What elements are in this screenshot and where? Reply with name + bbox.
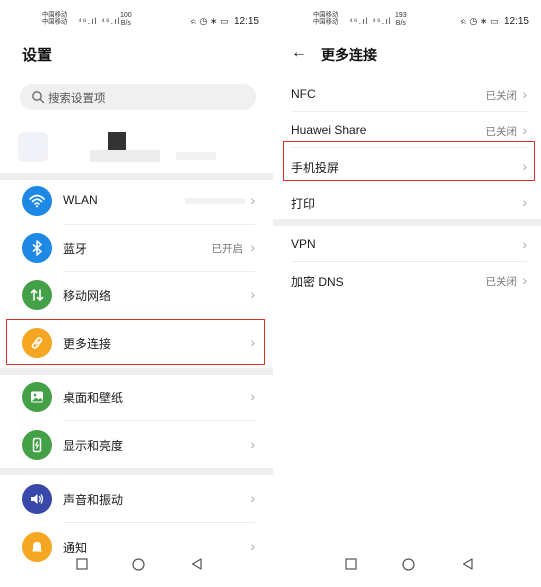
- chevron-right-icon: ›: [250, 538, 255, 554]
- settings-item-sound-vibration[interactable]: 声音和振动 ›: [0, 476, 273, 523]
- item-label: 显示和亮度: [63, 439, 124, 453]
- highlight-box-more-connections: [6, 319, 265, 365]
- settings-item-desktop-wallpaper[interactable]: 桌面和壁纸 ›: [0, 374, 273, 421]
- wallpaper-icon: [22, 382, 52, 412]
- item-status: 已关闭: [485, 90, 518, 102]
- page-title: 更多连接: [321, 47, 377, 63]
- speed-unit: B/s: [395, 20, 406, 27]
- recent-apps-button[interactable]: [74, 556, 90, 572]
- navigation-bar: [273, 556, 541, 580]
- speed-value: 193: [395, 12, 407, 19]
- chevron-right-icon: ›: [522, 86, 527, 102]
- back-button[interactable]: [188, 556, 204, 572]
- chevron-right-icon: ›: [250, 388, 255, 404]
- carrier-name-2: 中国移动: [313, 19, 339, 26]
- settings-item-encrypted-dns[interactable]: 加密 DNS 已关闭 ›: [273, 262, 541, 298]
- chevron-right-icon: ›: [522, 236, 527, 252]
- chevron-right-icon: ›: [250, 436, 255, 452]
- mobile-data-icon: [22, 280, 52, 310]
- highlight-box-screen-projection: [283, 141, 535, 181]
- carrier-info: 中国移动 中国移动: [313, 12, 338, 26]
- item-status: 已关闭: [485, 126, 518, 138]
- row-divider: [63, 420, 255, 421]
- system-icons: ᨑ ◷ ∗ ▭: [460, 16, 499, 26]
- chevron-right-icon: ›: [522, 122, 527, 138]
- section-divider: [273, 219, 541, 226]
- display-icon: [22, 430, 52, 460]
- wifi-name-redacted: [185, 198, 245, 204]
- speed-unit: B/s: [120, 20, 131, 27]
- item-label: WLAN: [63, 193, 98, 207]
- item-label: 打印: [291, 197, 316, 211]
- chevron-right-icon: ›: [250, 286, 255, 302]
- account-name-redacted: [90, 150, 160, 162]
- account-info-redacted: [176, 152, 216, 160]
- item-label: 加密 DNS: [291, 275, 344, 289]
- item-status: 已关闭: [485, 276, 518, 288]
- wifi-icon: [22, 186, 52, 216]
- carrier-name-2: 中国移动: [42, 19, 68, 26]
- chevron-right-icon: ›: [522, 194, 527, 210]
- network-speed: 100 B/s: [120, 12, 132, 28]
- signal-icon: ⁴⁶.ıl ⁴⁶.ıl: [78, 16, 121, 26]
- settings-item-mobile-network[interactable]: 移动网络 ›: [0, 272, 273, 319]
- item-label: 移动网络: [63, 289, 112, 303]
- account-image: [108, 132, 126, 150]
- row-divider: [63, 522, 255, 523]
- item-label: 蓝牙: [63, 242, 88, 256]
- section-divider: [0, 468, 273, 475]
- speaker-icon: [22, 484, 52, 514]
- network-speed: 193 B/s: [395, 12, 407, 28]
- carrier-name: 中国移动: [313, 12, 339, 19]
- clock: 12:15: [233, 16, 259, 27]
- chevron-right-icon: ›: [522, 272, 527, 288]
- settings-item-print[interactable]: 打印 ›: [273, 184, 541, 220]
- settings-item-notifications[interactable]: 通知 ›: [0, 524, 273, 562]
- chevron-right-icon: ›: [250, 192, 255, 208]
- clock: 12:15: [503, 16, 529, 27]
- item-label: VPN: [291, 237, 316, 251]
- settings-item-wlan[interactable]: WLAN ›: [0, 178, 273, 225]
- page-title: 设置: [22, 47, 53, 64]
- settings-item-bluetooth[interactable]: 蓝牙 已开启 ›: [0, 225, 273, 272]
- settings-panel: 中国移动 中国移动 ⁴⁶.ıl ⁴⁶.ıl 100 B/s ᨑ ◷ ∗ ▭ 12…: [0, 0, 273, 587]
- carrier-name: 中国移动: [42, 12, 68, 19]
- back-arrow-icon[interactable]: ←: [291, 44, 307, 62]
- search-bar[interactable]: 搜索设置项: [20, 84, 256, 110]
- avatar: [18, 132, 48, 162]
- chevron-right-icon: ›: [250, 490, 255, 506]
- speed-value: 100: [120, 12, 132, 19]
- item-status: 已开启: [211, 243, 244, 255]
- chevron-right-icon: ›: [250, 239, 255, 255]
- more-connections-panel: 中国移动 中国移动 ⁴⁶.ıl ⁴⁶.ıl 193 B/s ᨑ ◷ ∗ ▭ 12…: [273, 0, 541, 587]
- home-button[interactable]: [400, 556, 416, 572]
- status-bar: 中国移动 中国移动 ⁴⁶.ıl ⁴⁶.ıl 100 B/s ᨑ ◷ ∗ ▭ 12…: [0, 12, 273, 28]
- home-button[interactable]: [130, 556, 146, 572]
- system-icons: ᨑ ◷ ∗ ▭: [190, 16, 229, 26]
- back-button[interactable]: [459, 556, 475, 572]
- item-label: Huawei Share: [291, 123, 367, 137]
- recent-apps-button[interactable]: [343, 556, 359, 572]
- item-label: 声音和振动: [63, 493, 124, 507]
- item-label: 桌面和壁纸: [63, 391, 124, 405]
- settings-item-nfc[interactable]: NFC 已关闭 ›: [273, 76, 541, 112]
- status-bar: 中国移动 中国移动 ⁴⁶.ıl ⁴⁶.ıl 193 B/s ᨑ ◷ ∗ ▭ 12…: [273, 12, 541, 28]
- settings-item-display-brightness[interactable]: 显示和亮度 ›: [0, 422, 273, 469]
- signal-icon: ⁴⁶.ıl ⁴⁶.ıl: [349, 16, 392, 26]
- search-icon: [32, 91, 45, 104]
- bluetooth-icon: [22, 233, 52, 263]
- status-icons: ᨑ ◷ ∗ ▭ 12:15: [190, 16, 259, 27]
- item-label: 通知: [63, 541, 88, 555]
- navigation-bar: [0, 556, 273, 580]
- account-card[interactable]: [18, 128, 258, 174]
- item-label: NFC: [291, 87, 316, 101]
- search-placeholder: 搜索设置项: [48, 93, 106, 105]
- status-icons: ᨑ ◷ ∗ ▭ 12:15: [460, 16, 529, 27]
- carrier-info: 中国移动 中国移动: [42, 12, 67, 26]
- settings-item-vpn[interactable]: VPN ›: [273, 226, 541, 262]
